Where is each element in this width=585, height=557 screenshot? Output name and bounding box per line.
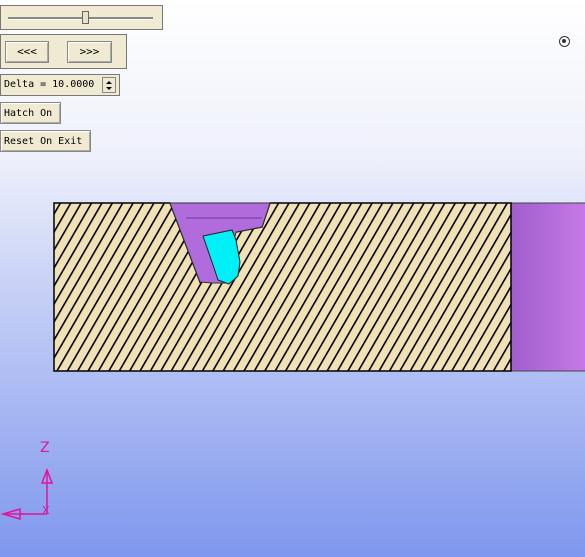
spin-up-icon[interactable] [106, 81, 112, 84]
delta-spinner[interactable] [102, 77, 116, 93]
reset-on-exit-button[interactable]: Reset On Exit [0, 130, 91, 152]
z-axis-label: Z [40, 440, 50, 456]
part-extension [510, 202, 585, 372]
delta-value: Delta = 10.0000 [4, 79, 95, 90]
hatched-cross-section [53, 202, 512, 372]
view-orientation-icon[interactable] [559, 36, 570, 47]
hatch-toggle-button[interactable]: Hatch On [0, 102, 61, 124]
previous-button[interactable]: <<< [5, 41, 49, 63]
nav-panel: <<< >>> [0, 34, 127, 69]
slider-track [8, 17, 153, 20]
slider-thumb[interactable] [81, 11, 89, 24]
next-button[interactable]: >>> [67, 41, 112, 63]
spin-down-icon[interactable] [106, 87, 112, 90]
x-axis-label: X [42, 504, 50, 517]
zoom-slider[interactable] [0, 5, 163, 30]
delta-field[interactable]: Delta = 10.0000 [0, 74, 120, 96]
